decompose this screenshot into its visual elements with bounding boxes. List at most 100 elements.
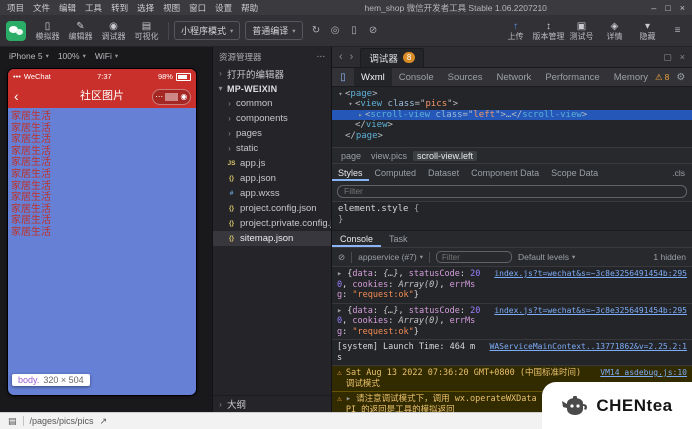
- close-icon[interactable]: ×: [680, 52, 685, 63]
- menu-item[interactable]: 工具: [83, 2, 104, 14]
- tab-scope-data[interactable]: Scope Data: [545, 164, 604, 181]
- list-item[interactable]: 家居生活: [11, 146, 51, 158]
- maximize-icon[interactable]: □: [665, 3, 670, 13]
- warning-counter[interactable]: ⚠ 8: [655, 72, 669, 83]
- tab-component-data[interactable]: Component Data: [465, 164, 545, 181]
- folder-item[interactable]: › pages: [213, 126, 331, 141]
- preview-icon[interactable]: ◎: [327, 22, 344, 39]
- wechat-logo-icon[interactable]: [6, 20, 26, 41]
- file-item[interactable]: JS app.js: [213, 156, 331, 171]
- tab-sources[interactable]: Sources: [441, 68, 490, 86]
- target-icon[interactable]: ◉: [178, 91, 190, 103]
- list-item[interactable]: 家居生活: [11, 215, 51, 227]
- menu-item[interactable]: 帮助: [239, 2, 260, 14]
- device-toolbar-icon[interactable]: ▯: [332, 72, 354, 83]
- popout-icon[interactable]: ▢: [663, 52, 672, 63]
- open-editors-section[interactable]: › 打开的编辑器: [213, 66, 331, 81]
- outline-section[interactable]: › 大纲: [213, 395, 331, 412]
- more-icon[interactable]: ⋯: [153, 91, 165, 103]
- toolbar-button-upload[interactable]: ↑ 上传: [499, 16, 532, 45]
- external-link-icon[interactable]: ↗: [100, 416, 108, 427]
- source-link[interactable]: index.js?t=wechat&s=~3c8e3256491454b:295: [494, 306, 687, 317]
- wxml-node[interactable]: </view >: [332, 120, 692, 130]
- tab-console[interactable]: Console: [332, 231, 381, 247]
- toolbar-button-debugger[interactable]: ◉ 调试器: [97, 16, 130, 45]
- close-icon[interactable]: ×: [680, 3, 685, 13]
- page-icon[interactable]: ▤: [8, 416, 17, 427]
- element-style-rule[interactable]: element.style { }: [332, 202, 692, 230]
- tab-task[interactable]: Task: [381, 231, 416, 247]
- tab-computed[interactable]: Computed: [369, 164, 423, 181]
- more-icon[interactable]: ⋯: [317, 51, 326, 62]
- breadcrumb[interactable]: view.pics: [367, 151, 411, 161]
- folder-item[interactable]: › common: [213, 96, 331, 111]
- toolbar-button-hide[interactable]: ▾ 隐藏: [631, 16, 664, 45]
- file-item[interactable]: # app.wxss: [213, 186, 331, 201]
- list-item[interactable]: 家居生活: [11, 227, 51, 239]
- file-item[interactable]: {} app.json: [213, 171, 331, 186]
- breadcrumb[interactable]: page: [337, 151, 365, 161]
- expand-arrow-icon[interactable]: ▸: [356, 110, 365, 120]
- toolbar-button-visualizer[interactable]: ▤ 可视化: [130, 16, 163, 45]
- expand-arrow-icon[interactable]: ▾: [336, 89, 345, 99]
- file-item[interactable]: {} sitemap.json: [213, 231, 331, 246]
- menu-item[interactable]: 编辑: [57, 2, 78, 14]
- source-link[interactable]: index.js?t=wechat&s=~3c8e3256491454b:295: [494, 269, 687, 280]
- remote-debug-icon[interactable]: ▯: [346, 22, 363, 39]
- tab-network[interactable]: Network: [489, 68, 538, 86]
- gear-icon[interactable]: ⚙: [676, 72, 685, 83]
- device-dropdown[interactable]: iPhone 5 ▾: [9, 51, 49, 61]
- console-log-entry[interactable]: ▸ {data: {…}, statusCode: 200, cookies: …: [332, 267, 692, 304]
- styles-filter-input[interactable]: [337, 184, 687, 198]
- wxml-node[interactable]: </page >: [332, 131, 692, 141]
- menu-item[interactable]: 转到: [109, 2, 130, 14]
- tab-dataset[interactable]: Dataset: [422, 164, 465, 181]
- list-item[interactable]: 家居生活: [11, 123, 51, 135]
- list-item[interactable]: 家居生活: [11, 192, 51, 204]
- tab-memory[interactable]: Memory: [607, 68, 655, 86]
- capsule-menu[interactable]: ⋯ ◉: [152, 89, 191, 105]
- menu-item[interactable]: 选择: [135, 2, 156, 14]
- mode-dropdown[interactable]: 小程序模式 ▾: [174, 21, 241, 40]
- project-root[interactable]: ▾ MP-WEIXIN: [213, 81, 331, 96]
- file-item[interactable]: {} project.private.config.js…: [213, 216, 331, 231]
- back-arrow-icon[interactable]: ‹: [339, 51, 343, 63]
- file-item[interactable]: {} project.config.json: [213, 201, 331, 216]
- debugger-tab[interactable]: 调试器 8: [360, 47, 425, 67]
- list-item[interactable]: 家居生活: [11, 181, 51, 193]
- console-filter-input[interactable]: [435, 251, 512, 263]
- zoom-dropdown[interactable]: 100% ▾: [58, 51, 86, 61]
- add-class-button[interactable]: .cls: [665, 168, 692, 178]
- wxml-node[interactable]: ▸ < scroll-view class =" left ">… </scroll-vie…: [332, 109, 692, 121]
- context-dropdown[interactable]: appservice (#7) ▾: [358, 252, 423, 262]
- expand-arrow-icon[interactable]: ▾: [346, 99, 355, 109]
- folder-item[interactable]: › static: [213, 141, 331, 156]
- tab-styles[interactable]: Styles: [332, 164, 369, 181]
- breadcrumb[interactable]: scroll-view.left: [413, 150, 478, 161]
- toolbar-button-test[interactable]: ▣ 测试号: [565, 16, 598, 45]
- list-item[interactable]: 家居生活: [11, 204, 51, 216]
- toolbar-button-details[interactable]: ◈ 详情: [598, 16, 631, 45]
- menu-item[interactable]: 设置: [213, 2, 234, 14]
- log-levels-dropdown[interactable]: Default levels ▾: [518, 252, 575, 262]
- list-item[interactable]: 家居生活: [11, 134, 51, 146]
- hamburger-menu-icon[interactable]: ≡: [669, 22, 686, 39]
- clear-console-icon[interactable]: ⊘: [338, 252, 345, 263]
- folder-item[interactable]: › components: [213, 111, 331, 126]
- source-link[interactable]: WAServiceMainContext..13771862&v=2.25.2:…: [490, 342, 687, 353]
- compile-icon[interactable]: ↻: [308, 22, 325, 39]
- compile-mode-dropdown[interactable]: 普通编译 ▾: [245, 21, 303, 40]
- list-item[interactable]: 家居生活: [11, 111, 51, 123]
- tab-performance[interactable]: Performance: [538, 68, 606, 86]
- console-log-entry[interactable]: [system] Launch Time: 464 ms WAServiceMai…: [332, 340, 692, 366]
- toolbar-button-simulator[interactable]: ▯ 模拟器: [31, 16, 64, 45]
- menu-item[interactable]: 项目: [5, 2, 26, 14]
- tab-console[interactable]: Console: [392, 68, 441, 86]
- tab-wxml[interactable]: Wxml: [354, 68, 392, 86]
- source-link[interactable]: VM14 asdebug.js:10: [600, 368, 687, 379]
- clear-cache-icon[interactable]: ⊘: [365, 22, 382, 39]
- console-log-entry[interactable]: ▸ {data: {…}, statusCode: 200, cookies: …: [332, 304, 692, 340]
- toolbar-button-editor[interactable]: ✎ 编辑器: [64, 16, 97, 45]
- list-item[interactable]: 家居生活: [11, 157, 51, 169]
- network-dropdown[interactable]: WiFi ▾: [95, 51, 118, 61]
